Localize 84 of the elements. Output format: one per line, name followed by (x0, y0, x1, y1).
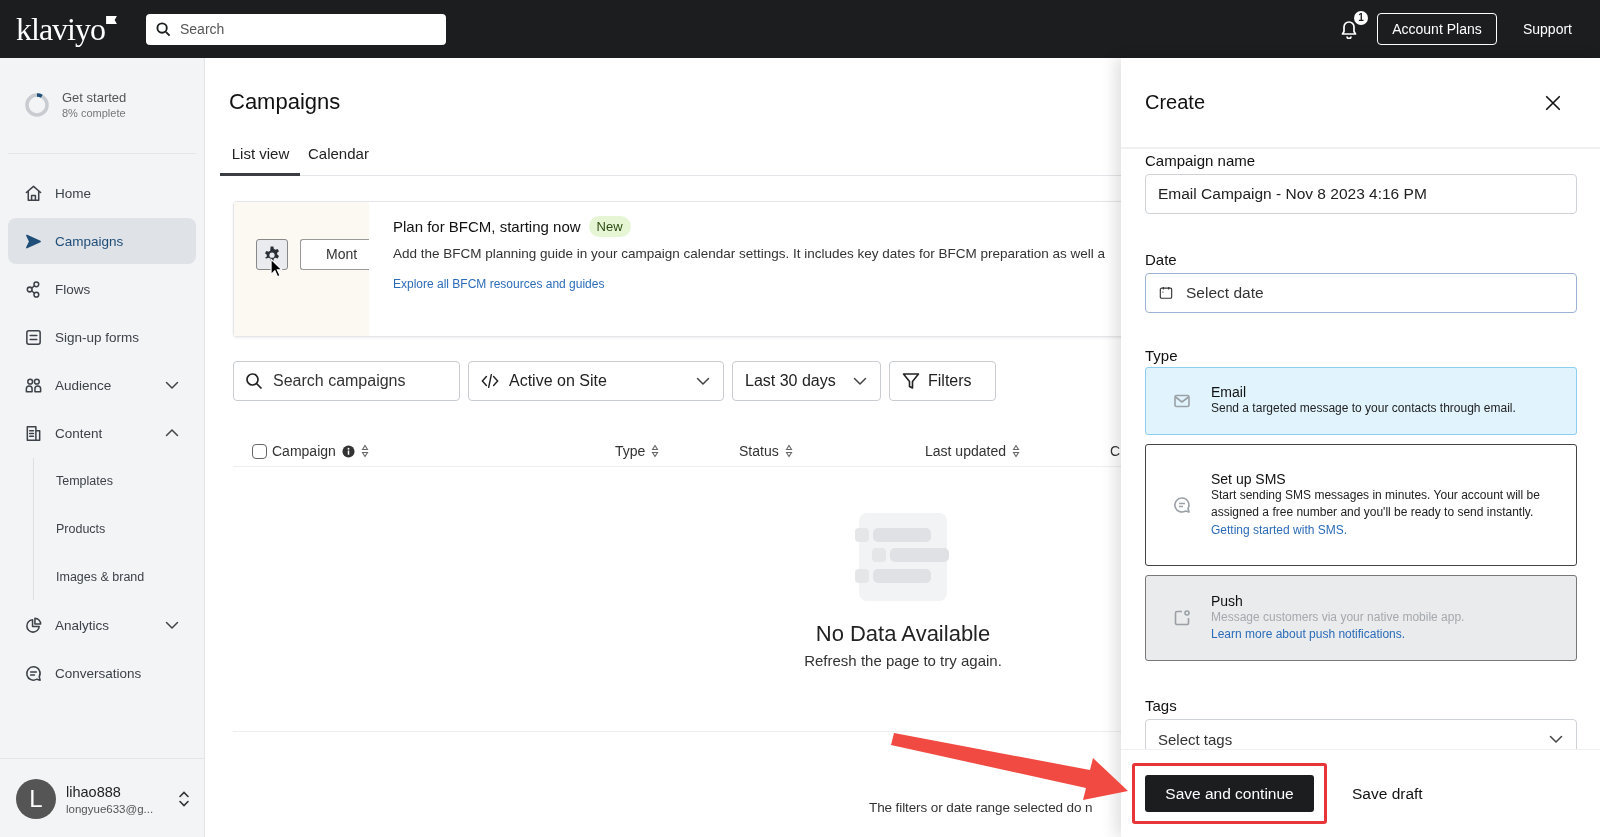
option-title: Set up SMS (1211, 470, 1287, 487)
nav-subitem[interactable]: Products (34, 506, 196, 552)
column-header[interactable]: Campaign (272, 443, 369, 459)
tab[interactable]: List view (220, 134, 300, 176)
nav-item[interactable]: Sign-up forms (8, 314, 196, 360)
panel-title: Create (1145, 91, 1207, 114)
support-link[interactable]: Support (1510, 13, 1584, 45)
field-label: Campaign name (1145, 152, 1257, 170)
progress-subtitle: 8% complete (62, 107, 127, 119)
name-field[interactable]: Email Campaign - Nov 8 2023 4:16 PM (1145, 174, 1577, 214)
notification-badge: 1 (1353, 11, 1368, 25)
page-title: Campaigns (229, 88, 342, 116)
option-title: Email (1211, 384, 1247, 401)
pie-chart-icon (24, 615, 43, 635)
option-title: Push (1211, 592, 1244, 609)
sort-icon[interactable] (784, 444, 793, 458)
sort-icon[interactable] (360, 444, 369, 458)
nav-item[interactable]: Conversations (8, 650, 196, 696)
column-header[interactable]: C (1110, 443, 1121, 459)
save-draft-button[interactable]: Save draft (1348, 775, 1427, 812)
nav-item[interactable]: Content (8, 410, 196, 456)
user-email: longyue633@g... (66, 802, 155, 815)
banner-title: Plan for BFCM, starting now (393, 218, 581, 235)
avatar[interactable]: L (16, 779, 56, 819)
new-badge: New (588, 216, 631, 237)
info-icon[interactable] (341, 444, 355, 458)
sort-icon[interactable] (651, 444, 660, 458)
form-icon (24, 327, 43, 347)
option-description: Start sending SMS messages in minutes. Your account will be assigned a free number and you'll be ready to send instantly. (1211, 487, 1541, 522)
date-field[interactable]: Select date (1145, 273, 1577, 313)
filters-button[interactable]: Filters (889, 361, 996, 401)
nav-item[interactable]: Analytics (8, 602, 196, 648)
search-field[interactable]: Search campaigns (233, 361, 460, 401)
nav-item[interactable]: Flows (8, 266, 196, 312)
flag-icon (106, 16, 117, 25)
sort-icon[interactable] (1011, 444, 1020, 458)
empty-text: Refresh the page to try again. (804, 652, 1002, 669)
nav-item[interactable]: Home (8, 170, 196, 216)
chat-icon (1173, 496, 1191, 514)
empty-title: No Data Available (815, 621, 991, 647)
nav-item[interactable]: Campaigns (8, 218, 196, 264)
code-icon (481, 372, 499, 390)
field-label: Type (1145, 347, 1179, 365)
month-button[interactable]: Mont (300, 239, 369, 270)
close-icon[interactable] (1544, 93, 1562, 112)
user-name: lihao888 (66, 783, 122, 800)
nav-item[interactable]: Audience (8, 362, 196, 408)
resources-link[interactable]: Explore all BFCM resources and guides (393, 277, 605, 291)
document-icon (24, 423, 43, 443)
footer-note: The filters or date range selected do n (869, 800, 1093, 815)
home-icon (24, 183, 43, 203)
progress-title[interactable]: Get started (62, 90, 127, 105)
column-header[interactable]: Last updated (925, 443, 1020, 459)
option-description: Message customers via your native mobile app. (1211, 608, 1465, 626)
nav-subitem[interactable]: Images & brand (34, 554, 196, 600)
search-icon (245, 372, 263, 390)
search-icon (156, 21, 171, 37)
dropdown[interactable]: Active on Site (468, 361, 724, 401)
nav-subitem[interactable]: Templates (34, 458, 196, 504)
field-label: Date (1145, 251, 1178, 269)
filter-icon (902, 372, 920, 390)
help-link[interactable]: Getting started with SMS. (1211, 521, 1348, 540)
search-field[interactable]: Search (146, 13, 446, 45)
settings-button[interactable] (256, 239, 288, 270)
mail-icon (1173, 392, 1191, 410)
tags-dropdown[interactable]: Select tags (1145, 719, 1577, 749)
phone-notification-icon (1173, 609, 1191, 627)
dropdown[interactable]: Last 30 days (732, 361, 881, 401)
plans-button[interactable]: Account Plans (1376, 13, 1497, 45)
field-label: Tags (1145, 697, 1178, 715)
column-header[interactable]: Type (615, 443, 660, 459)
chat-icon (24, 663, 43, 683)
expand-icon[interactable] (178, 790, 190, 808)
tab[interactable]: Calendar (300, 134, 377, 176)
option-description: Send a targeted message to your contacts through email. (1211, 400, 1516, 418)
banner-text: Add the BFCM planning guide in your campaign calendar settings. It includes key dates for BFCM preparation as well a (393, 246, 1106, 261)
type-option[interactable]: Email Send a targeted message to your contacts through email. (1145, 367, 1577, 435)
checkbox[interactable] (252, 443, 267, 459)
logo[interactable]: klaviyo (16, 11, 105, 47)
calendar-icon (1159, 286, 1173, 300)
type-option[interactable]: Set up SMS Start sending SMS messages in minutes. Your account will be assigned a free number and you'll be ready to send instantly. Getting started with SMS. (1145, 444, 1577, 566)
save-continue-button[interactable]: Save and continue (1145, 775, 1314, 812)
cursor-icon (270, 258, 283, 278)
column-header[interactable]: Status (739, 443, 793, 459)
